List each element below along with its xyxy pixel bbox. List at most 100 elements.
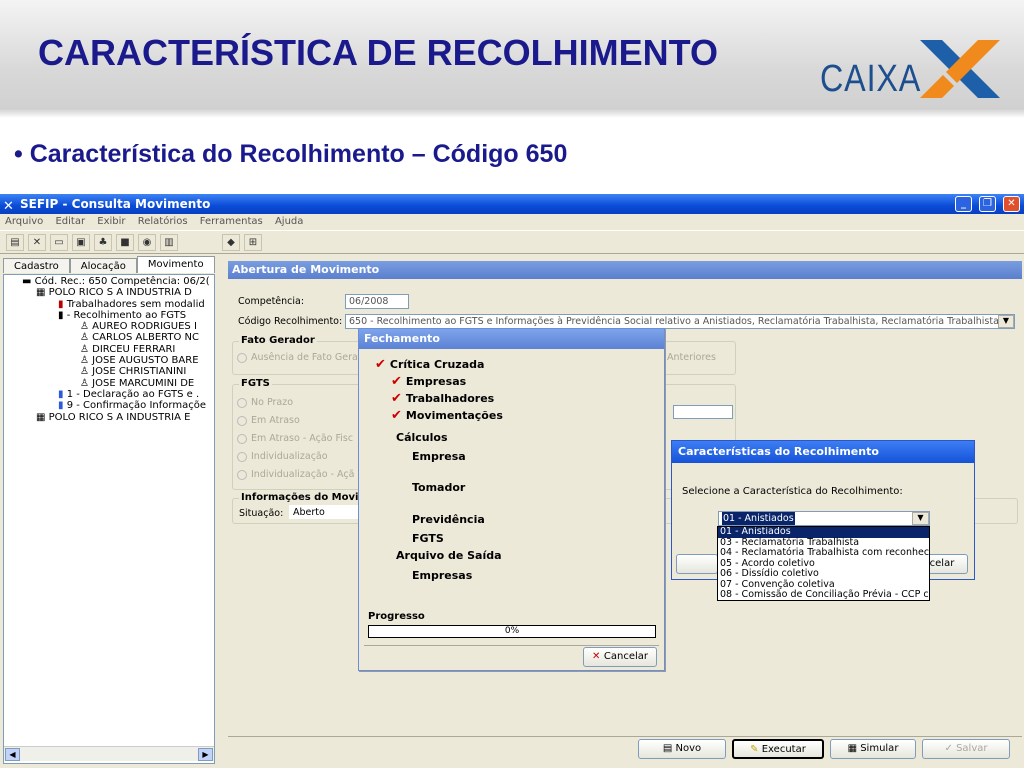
bottom-bar: ▤ Novo ✎ Executar ▦ Simular ✓ Salvar: [228, 736, 1022, 760]
cancel-x-icon: ✕: [592, 651, 604, 662]
worker-icon: ♙: [80, 377, 93, 389]
menu-ajuda[interactable]: Ajuda: [275, 216, 303, 227]
minimize-button[interactable]: _: [955, 196, 972, 212]
trabalhadores-item: ✔ Trabalhadores: [391, 391, 495, 406]
progress-percent: 0%: [504, 626, 520, 636]
tree-item[interactable]: ♙ JOSE MARCUMINI DE: [4, 378, 214, 389]
restore-button[interactable]: ❐: [979, 196, 996, 212]
fechamento-dialog: Fechamento ✔ Crítica Cruzada ✔ Empresas ✔ T…: [358, 328, 665, 671]
slide-bullet: • Característica do Recolhimento – Códig…: [14, 140, 568, 168]
pencil-icon: ✎: [750, 744, 762, 755]
tree-icon[interactable]: ♣: [94, 234, 112, 251]
tree-item[interactable]: ♙ JOSE AUGUSTO BARE: [4, 355, 214, 366]
check-icon: ✔: [375, 357, 386, 372]
executar-button[interactable]: ✎ Executar: [732, 739, 824, 759]
copy-icon[interactable]: ▣: [72, 234, 90, 251]
fgts-individualizacao-acao-radio[interactable]: Individualização - Açã: [237, 469, 354, 480]
tab-alocacao[interactable]: Alocação: [69, 258, 137, 273]
tab-cadastro[interactable]: Cadastro: [3, 258, 70, 273]
tomador-item: Tomador: [412, 481, 466, 494]
menu-arquivo[interactable]: Arquivo: [5, 216, 43, 227]
fgts-em-atraso-radio[interactable]: Em Atraso: [237, 415, 300, 426]
codigo-select[interactable]: 650 - Recolhimento ao FGTS e Informações…: [345, 314, 1015, 329]
tree-item[interactable]: ▮ - Recolhimento ao FGTS: [4, 310, 214, 321]
list-item[interactable]: 01 - Anistiados: [718, 527, 929, 538]
building-icon[interactable]: ▥: [160, 234, 178, 251]
progress-bar: 0%: [368, 625, 656, 638]
movimentacoes-item: ✔ Movimentações: [391, 408, 503, 423]
fgts-no-prazo-radio[interactable]: No Prazo: [237, 397, 293, 408]
empresas2-item: Empresas: [412, 569, 473, 582]
menu-exibir[interactable]: Exibir: [97, 216, 125, 227]
menu-relatorios[interactable]: Relatórios: [138, 216, 188, 227]
scroll-right-icon[interactable]: ▶: [198, 748, 213, 761]
novo-icon: ▤: [662, 743, 676, 754]
list-item[interactable]: 04 - Reclamatória Trabalhista com reconh…: [718, 547, 929, 559]
check-icon: ✔: [391, 391, 402, 406]
worker-icon: ♙: [80, 332, 93, 344]
cut-icon[interactable]: ▭: [50, 234, 68, 251]
section-header: Abertura de Movimento: [228, 261, 1022, 279]
binoculars-icon[interactable]: ◉: [138, 234, 156, 251]
check-icon: ✓: [944, 743, 957, 754]
caixa-logo-x-icon: [920, 40, 1000, 98]
fechamento-cancel-button[interactable]: ✕ Cancelar: [583, 647, 657, 667]
book-icon[interactable]: ◆: [222, 234, 240, 251]
toolbar: ▤ ✕ ▭ ▣ ♣ ■ ◉ ▥ ◆ ⊞: [0, 230, 1024, 254]
check-icon: ✔: [391, 408, 402, 423]
menu-editar[interactable]: Editar: [55, 216, 85, 227]
divider: [364, 645, 659, 646]
novo-button[interactable]: ▤ Novo: [638, 739, 726, 759]
ok-button[interactable]: [676, 554, 718, 574]
situacao-label: Situação:: [239, 508, 284, 519]
codigo-label: Código Recolhimento:: [238, 316, 343, 327]
new-doc-icon[interactable]: ▤: [6, 234, 24, 251]
worker-icon: ♙: [80, 366, 93, 378]
delete-icon[interactable]: ✕: [28, 234, 46, 251]
simular-button[interactable]: ▦ Simular: [830, 739, 916, 759]
tree-hscrollbar[interactable]: ◀ ▶: [4, 746, 214, 761]
list-item[interactable]: 06 - Dissídio coletivo: [718, 568, 929, 580]
dropdown-arrow-icon[interactable]: ▼: [912, 512, 929, 525]
window-title: SEFIP - Consulta Movimento: [20, 197, 211, 211]
block-icon[interactable]: ■: [116, 234, 134, 251]
tree-item[interactable]: ▮ 1 - Declaração ao FGTS e .: [4, 389, 214, 400]
tree-item[interactable]: ▬ Cód. Rec.: 650 Competência: 06/2(: [4, 276, 214, 287]
folder-icon: ▮: [58, 309, 67, 321]
tree-item[interactable]: ▦ POLO RICO S A INDUSTRIA D: [4, 287, 214, 298]
tree-item[interactable]: ♙ CARLOS ALBERTO NC: [4, 332, 214, 343]
fato-radio[interactable]: Ausência de Fato Gera: [237, 352, 358, 363]
caixa-logo-text: CAIXA: [820, 58, 922, 100]
report-icon[interactable]: ⊞: [244, 234, 262, 251]
folder-icon: ▮: [58, 400, 67, 412]
folder-icon: ▮: [58, 298, 67, 310]
caract-dropdown-list: 01 - Anistiados 03 - Reclamatória Trabal…: [717, 526, 930, 601]
menu-ferramentas[interactable]: Ferramentas: [200, 216, 263, 227]
tree-item[interactable]: ♙ JOSE CHRISTIANINI: [4, 366, 214, 377]
menubar: Arquivo Editar Exibir Relatórios Ferrame…: [0, 214, 1024, 230]
header-separator: [0, 108, 1024, 118]
empresa-item: Empresa: [412, 450, 466, 463]
window-titlebar: ✕ SEFIP - Consulta Movimento _ ❐ ✕: [0, 194, 1024, 214]
competencia-input[interactable]: 06/2008: [345, 294, 409, 309]
situacao-value: Aberto: [289, 505, 359, 519]
close-button[interactable]: ✕: [1003, 196, 1020, 212]
caract-select[interactable]: 01 - Anistiados: [718, 511, 930, 526]
list-item[interactable]: 08 - Comissão de Conciliação Prévia - CC…: [718, 589, 929, 600]
scroll-left-icon[interactable]: ◀: [5, 748, 20, 761]
previdencia-item: Previdência: [412, 513, 485, 526]
fgts-date-field[interactable]: [673, 405, 733, 419]
tree-item[interactable]: ▦ POLO RICO S A INDUSTRIA E: [4, 412, 214, 423]
folder-icon: ▮: [58, 388, 67, 400]
worker-icon: ♙: [80, 321, 93, 333]
tree-item[interactable]: ♙ AUREO RODRIGUES I: [4, 321, 214, 332]
tree-item[interactable]: ▮ Trabalhadores sem modalid: [4, 299, 214, 310]
fgts-individualizacao-radio[interactable]: Individualização: [237, 451, 328, 462]
salvar-button[interactable]: ✓ Salvar: [922, 739, 1010, 759]
fgts-acao-fiscal-radio[interactable]: Em Atraso - Ação Fisc: [237, 433, 353, 444]
progresso-label: Progresso: [368, 611, 425, 622]
dropdown-arrow-icon[interactable]: ▼: [998, 315, 1014, 328]
tab-movimento[interactable]: Movimento: [136, 256, 215, 273]
tree-item[interactable]: ♙ DIRCEU FERRARI: [4, 344, 214, 355]
tree-item[interactable]: ▮ 9 - Confirmação Informaçõe: [4, 400, 214, 411]
